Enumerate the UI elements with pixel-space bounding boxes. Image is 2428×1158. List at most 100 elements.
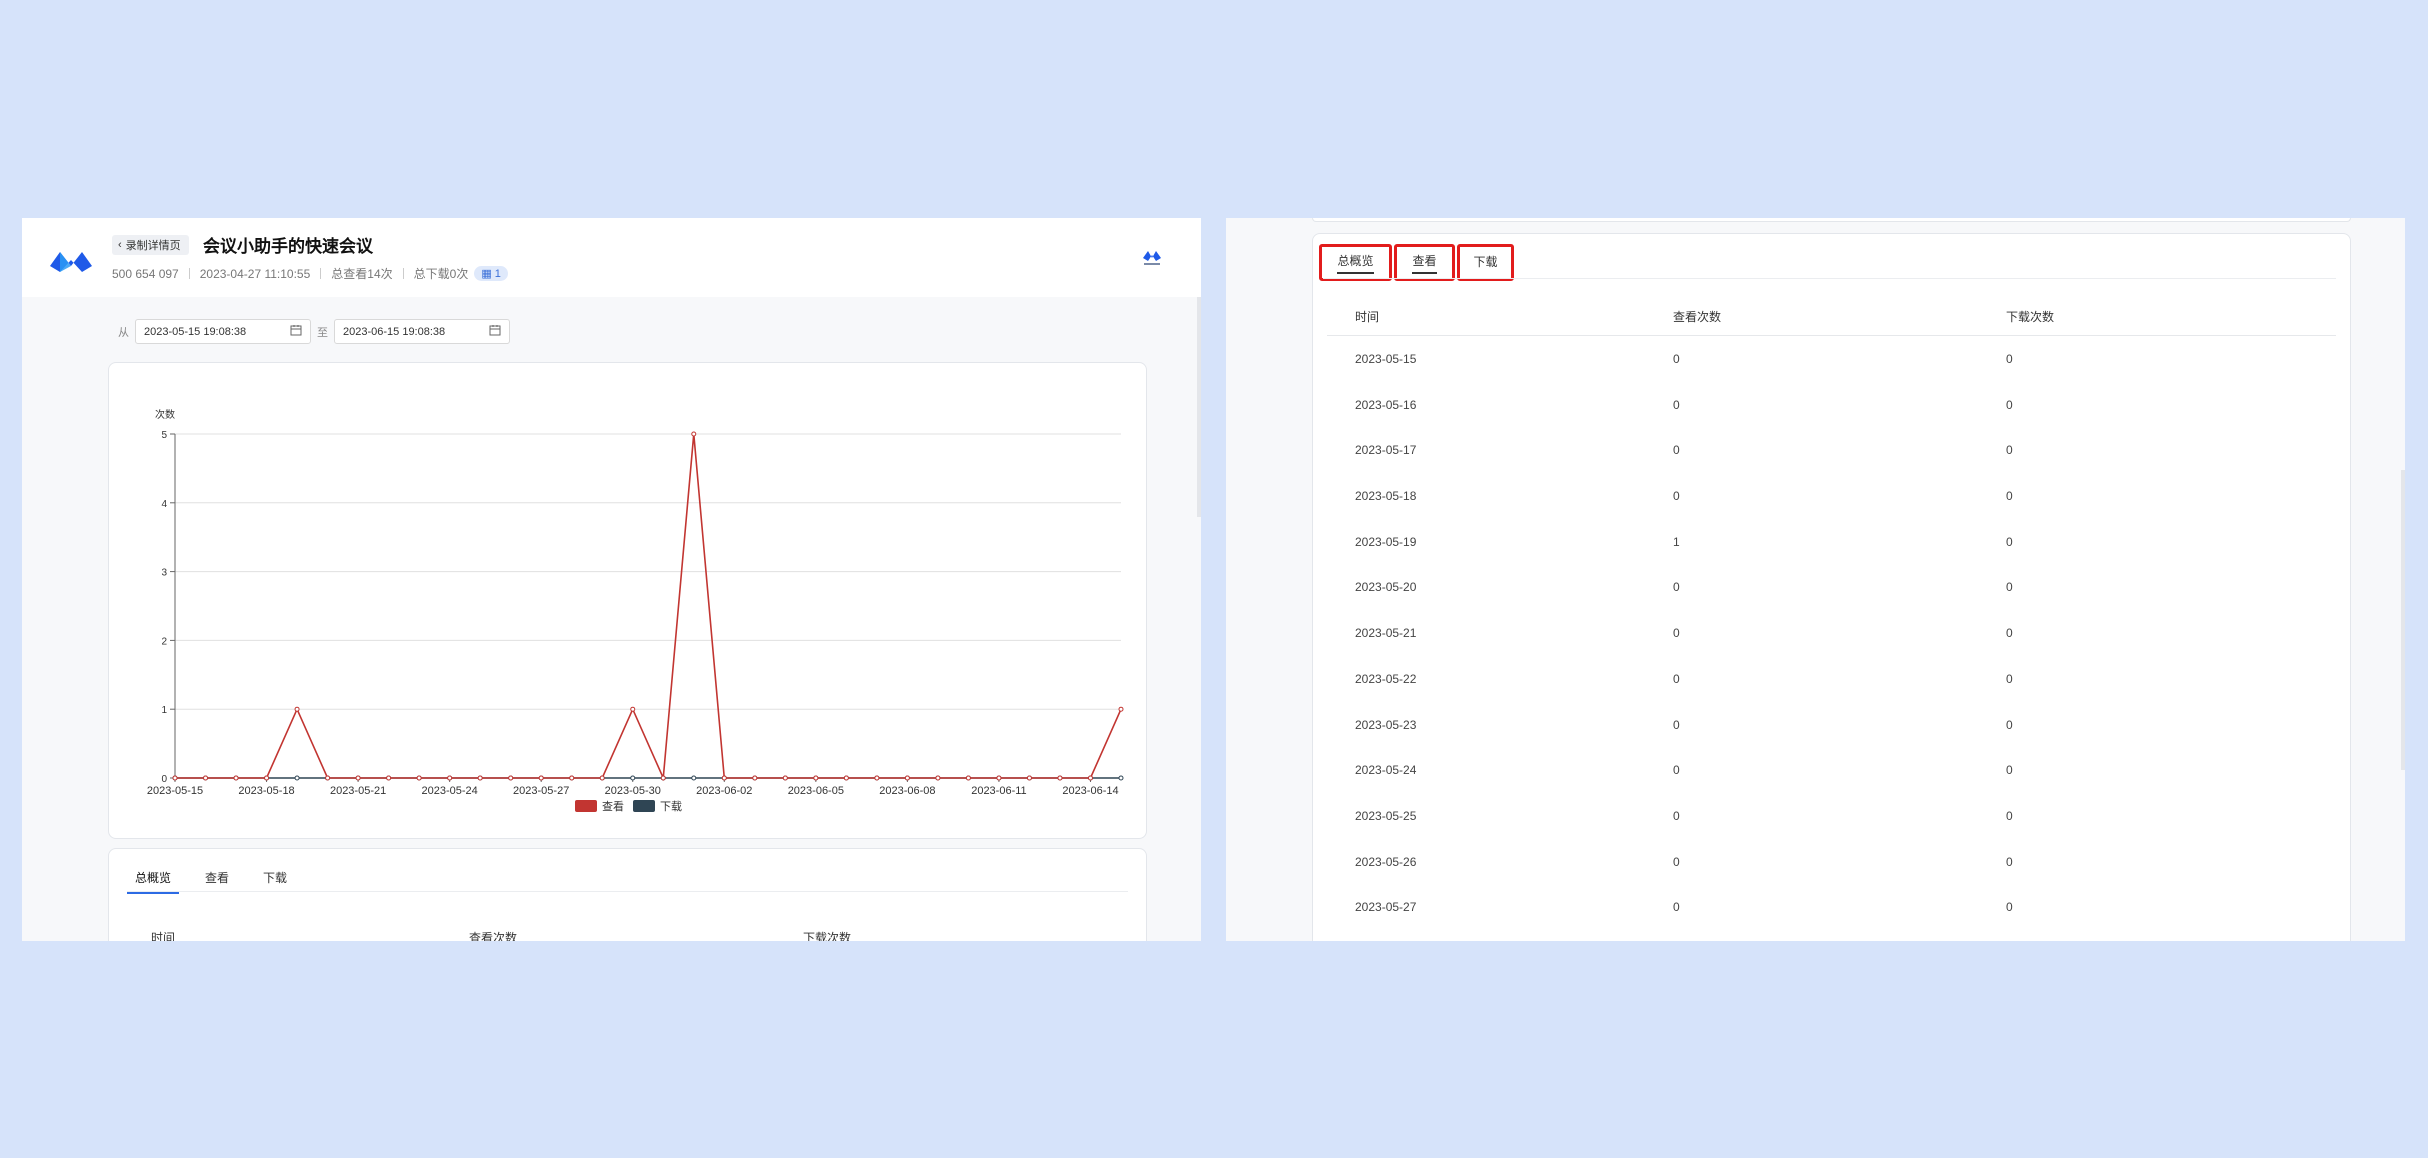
data-point: [630, 775, 636, 781]
divider: [320, 268, 322, 279]
cell-date: 2023-05-23: [1355, 717, 1417, 732]
back-button[interactable]: ‹ 录制详情页: [112, 235, 189, 255]
views-chart-card: 0 1 2 3 4 5 次数 2023-05-15 2023-05-18 2023-05-21 20…: [108, 362, 1147, 839]
left-screenshot-panel: ‹ 录制详情页 会议小助手的快速会议 500 654 097 2023-04-2…: [22, 218, 1201, 941]
from-label: 从: [118, 326, 129, 339]
cell-date: 2023-05-16: [1355, 397, 1417, 412]
cell-downloads: 0: [2006, 443, 2013, 458]
tab-overview-label: 总概览: [1337, 252, 1374, 274]
calendar-icon: [290, 324, 302, 339]
table-row: 2023-05-26 0 0: [1327, 839, 2336, 885]
cell-date: 2023-05-15: [1355, 352, 1417, 366]
y-axis-label: 次数: [155, 408, 175, 421]
y-tick-label: 5: [161, 430, 167, 441]
cell-date: 2023-05-25: [1355, 808, 1417, 823]
data-point: [599, 775, 605, 781]
tab-downloads-label: 下载: [1473, 254, 1498, 269]
tab-overview[interactable]: 总概览: [127, 865, 180, 894]
cell-date: 2023-05-18: [1355, 489, 1417, 504]
tab-views[interactable]: 查看: [197, 865, 237, 894]
cell-downloads: 0: [2006, 808, 2013, 823]
end-date-input[interactable]: 2023-06-15 19:08:38: [334, 319, 510, 344]
table-row: 2023-05-25 0 0: [1327, 793, 2336, 839]
x-tick-label: 2023-06-11: [971, 785, 1026, 797]
x-tick-label: 2023-06-08: [879, 785, 935, 797]
chevron-left-icon: ‹: [118, 239, 122, 251]
table-row: 2023-05-17 0 0: [1327, 427, 2336, 473]
cell-downloads: 0: [2006, 671, 2013, 686]
cell-downloads: 0: [2006, 580, 2013, 595]
scrollbar[interactable]: [1197, 297, 1201, 517]
cell-views: 0: [1673, 489, 1680, 504]
table-row: 2023-05-22 0 0: [1327, 656, 2336, 702]
x-tick-label: 2023-05-21: [330, 785, 386, 797]
tab-downloads[interactable]: 下载: [1457, 244, 1514, 281]
data-point: [233, 775, 239, 781]
data-point: [630, 706, 636, 712]
total-views: 总查看14次: [331, 267, 393, 281]
page-title: 会议小助手的快速会议: [203, 237, 373, 256]
right-screenshot-panel: 总概览 查看 下载 时间 查看次数 下载次数 2023-05-15 0 0 2023-…: [1226, 218, 2405, 941]
cell-date: 2023-05-24: [1355, 763, 1417, 778]
tab-overview[interactable]: 总概览: [1319, 244, 1392, 281]
table-row: 2023-05-27 0 0: [1327, 884, 2336, 930]
scrollbar[interactable]: [2401, 470, 2405, 770]
data-point: [294, 775, 300, 781]
stats-table-card: 总概览 查看 下载 时间 查看次数 下载次数 2023-05-15 0 0 2023-…: [1312, 233, 2351, 941]
cell-views: 1: [1673, 534, 1680, 549]
data-point: [843, 775, 849, 781]
data-point: [813, 775, 819, 781]
x-tick-label: 2023-06-14: [1062, 785, 1118, 797]
legend-swatch: [633, 800, 655, 812]
data-point: [203, 775, 209, 781]
data-point: [996, 775, 1002, 781]
chart-card-edge: [1312, 218, 2351, 222]
cell-date: 2023-05-20: [1355, 580, 1417, 595]
cell-views: 0: [1673, 397, 1680, 412]
cell-date: 2023-05-22: [1355, 671, 1417, 686]
brand-icon: [1143, 251, 1161, 265]
y-tick-label: 0: [161, 774, 167, 785]
cell-views: 0: [1673, 763, 1680, 778]
divider: [402, 268, 404, 279]
x-tick-label: 2023-05-18: [238, 785, 294, 797]
legend-swatch: [575, 800, 597, 812]
start-date-input[interactable]: 2023-05-15 19:08:38: [135, 319, 311, 344]
end-date-value: 2023-06-15 19:08:38: [343, 325, 446, 338]
data-point: [355, 775, 361, 781]
back-button-label: 录制详情页: [125, 240, 181, 252]
start-date-value: 2023-05-15 19:08:38: [144, 325, 247, 338]
table-row: 2023-05-19 1 0: [1327, 519, 2336, 565]
x-tick-label: 2023-06-02: [696, 785, 752, 797]
column-header-views: 查看次数: [469, 931, 518, 941]
data-point: [569, 775, 575, 781]
data-point: [691, 431, 697, 437]
cell-date: 2023-05-21: [1355, 626, 1417, 641]
cell-views: 0: [1673, 717, 1680, 732]
cell-views: 0: [1673, 352, 1680, 366]
x-tick-label: 2023-05-30: [605, 785, 661, 797]
cell-views: 0: [1673, 808, 1680, 823]
cell-downloads: 0: [2006, 534, 2013, 549]
series-line-views: [175, 433, 1122, 782]
x-tick-label: 2023-05-27: [513, 785, 569, 797]
highlighted-tabs: 总概览 查看 下载: [1319, 244, 1516, 281]
column-header-downloads: 下载次数: [803, 931, 852, 941]
column-header-time: 时间: [1355, 310, 1380, 324]
data-point: [1057, 775, 1063, 781]
data-point: [508, 775, 514, 781]
table-row: 2023-05-16 0 0: [1327, 382, 2336, 428]
tab-views[interactable]: 查看: [1394, 244, 1455, 281]
badge-count: 1: [494, 267, 501, 280]
legend-label: 下载: [660, 800, 682, 813]
data-point: [447, 775, 453, 781]
data-point: [691, 775, 697, 781]
cell-views: 0: [1673, 626, 1680, 641]
cell-downloads: 0: [2006, 854, 2013, 869]
tab-downloads[interactable]: 下载: [255, 865, 295, 894]
cell-date: 2023-05-17: [1355, 443, 1417, 458]
attendee-badge[interactable]: ▦ 1: [474, 266, 508, 281]
app-logo-icon: [50, 252, 92, 272]
data-point: [721, 775, 727, 781]
column-header-downloads: 下载次数: [2006, 310, 2055, 324]
